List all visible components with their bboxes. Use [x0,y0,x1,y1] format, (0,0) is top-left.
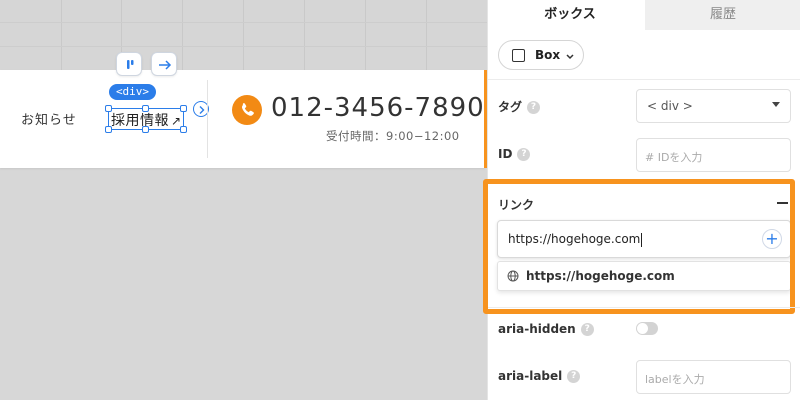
resize-handle[interactable] [142,105,149,112]
select-next-button[interactable] [151,52,177,76]
grid-line [0,22,487,23]
help-icon[interactable]: ? [567,370,581,383]
collapse-icon[interactable] [777,195,790,209]
drag-icon [127,60,134,69]
aria-hidden-toggle[interactable] [636,322,658,335]
grid-line [0,46,487,47]
resize-handle[interactable] [142,126,149,133]
link-suggestion-url: https://hogehoge.com [526,269,675,283]
tab-box[interactable]: ボックス [495,0,645,30]
grid-line [426,0,427,70]
element-type-badge: <div> [109,84,156,100]
tab-history[interactable]: 履歴 [645,0,800,30]
nav-news-link[interactable]: お知らせ [21,109,77,128]
toggle-knob [637,323,648,334]
arrow-right-icon [159,60,172,70]
aria-label-input[interactable]: labelを入力 [636,360,791,394]
element-type-select[interactable]: Box [498,40,584,70]
canvas-grid [0,0,487,70]
add-link-button[interactable]: + [762,229,782,249]
caret-down-icon [772,102,780,107]
grid-line [243,0,244,70]
aria-hidden-row-label: aria-hidden? [498,322,594,336]
element-type-label: Box [535,48,561,62]
design-canvas[interactable]: <div> お知らせ 採用情報 ↗ 012-3456-7890 受付時間：9:00… [0,0,487,400]
aria-label-label: aria-label [498,369,563,383]
link-suggestion-item[interactable]: https://hogehoge.com [497,261,791,291]
box-icon [512,49,525,62]
properties-panel: ボックス 履歴 Box タグ? < div > ID? # IDを入力 リンク … [483,0,800,400]
aria-label-row-label: aria-label? [498,369,581,383]
aria-hidden-label: aria-hidden [498,322,576,336]
id-label: ID [498,147,513,161]
panel-tabs: ボックス 履歴 [488,0,800,30]
link-url-value: https://hogehoge.com [508,232,643,247]
nav-recruit-label: 採用情報 [111,113,169,129]
globe-icon [507,270,519,282]
link-url-input[interactable]: https://hogehoge.com + [497,220,791,258]
section-divider [488,307,800,308]
tag-select[interactable]: < div > [636,89,791,123]
resize-handle[interactable] [105,126,112,133]
section-divider [488,79,800,80]
grid-line [365,0,366,70]
grid-line [182,0,183,70]
resize-handle[interactable] [180,105,187,112]
header-divider [207,80,208,158]
phone-icon [232,95,262,125]
link-section-label: リンク [498,198,535,212]
chevron-down-icon [565,47,575,65]
business-hours: 受付時間：9:00−12:00 [326,129,460,143]
help-icon[interactable]: ? [580,323,594,336]
id-input[interactable]: # IDを入力 [636,138,791,172]
tag-label: タグ [498,100,523,114]
resize-handle[interactable] [180,126,187,133]
tag-select-value: < div > [647,99,693,113]
grid-line [304,0,305,70]
help-icon[interactable]: ? [527,101,541,114]
id-row-label: ID? [498,147,531,161]
phone-number: 012-3456-7890 [271,93,485,123]
help-icon[interactable]: ? [517,148,531,161]
drag-handle-button[interactable] [116,52,142,76]
resize-handle[interactable] [105,105,112,112]
grid-line [61,0,62,70]
tag-row-label: タグ? [498,98,541,115]
